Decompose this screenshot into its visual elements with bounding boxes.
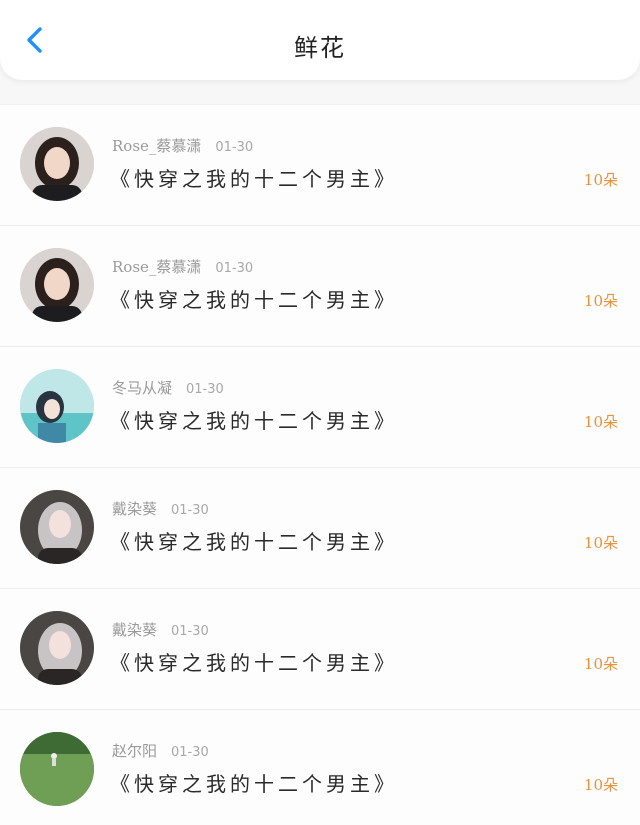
send-date: 01-30 [215, 140, 254, 155]
sender-meta: 戴染葵 01-30 [112, 498, 209, 519]
sender-name: 冬马从凝 [112, 379, 173, 397]
list-item[interactable]: 冬马从凝 01-30 《快穿之我的十二个男主》 10朵 [0, 346, 640, 467]
book-title[interactable]: 《快穿之我的十二个男主》 [110, 405, 398, 434]
book-title[interactable]: 《快穿之我的十二个男主》 [110, 526, 398, 555]
flower-count: 10朵 [583, 776, 618, 794]
flower-count: 10朵 [583, 292, 618, 310]
book-title[interactable]: 《快穿之我的十二个男主》 [110, 163, 398, 192]
send-date: 01-30 [171, 503, 209, 518]
avatar[interactable] [20, 490, 94, 564]
page-title: 鲜花 [294, 34, 346, 62]
book-title[interactable]: 《快穿之我的十二个男主》 [110, 647, 398, 676]
flower-count: 10朵 [583, 413, 618, 431]
sender-meta: 冬马从凝 01-30 [112, 377, 224, 398]
top-bar: 鲜花 [0, 0, 640, 80]
send-date: 01-30 [171, 745, 209, 760]
list-item[interactable]: 戴染葵 01-30 《快穿之我的十二个男主》 10朵 [0, 467, 640, 588]
avatar[interactable] [20, 732, 94, 806]
sender-meta: 赵尔阳 01-30 [112, 740, 209, 761]
avatar[interactable] [20, 369, 94, 443]
avatar[interactable] [20, 611, 94, 685]
list-item[interactable]: 赵尔阳 01-30 《快穿之我的十二个男主》 10朵 [0, 709, 640, 825]
flower-count: 10朵 [583, 655, 618, 673]
flower-count: 10朵 [583, 171, 618, 189]
sender-name: Rose_蔡慕潇 [112, 258, 202, 276]
sender-meta: 戴染葵 01-30 [112, 619, 209, 640]
sender-meta: Rose_蔡慕潇 01-30 [112, 135, 253, 156]
list-item[interactable]: Rose_蔡慕潇 01-30 《快穿之我的十二个男主》 10朵 [0, 225, 640, 346]
avatar[interactable] [20, 127, 94, 201]
list-item[interactable]: Rose_蔡慕潇 01-30 《快穿之我的十二个男主》 10朵 [0, 104, 640, 225]
sender-name: Rose_蔡慕潇 [112, 137, 202, 155]
sender-name: 赵尔阳 [112, 742, 158, 760]
list-item[interactable]: 戴染葵 01-30 《快穿之我的十二个男主》 10朵 [0, 588, 640, 709]
send-date: 01-30 [186, 382, 224, 397]
sender-meta: Rose_蔡慕潇 01-30 [112, 256, 253, 277]
send-date: 01-30 [171, 624, 209, 639]
book-title[interactable]: 《快穿之我的十二个男主》 [110, 768, 398, 797]
avatar[interactable] [20, 248, 94, 322]
book-title[interactable]: 《快穿之我的十二个男主》 [110, 284, 398, 313]
flower-count: 10朵 [583, 534, 618, 552]
send-date: 01-30 [215, 261, 254, 276]
sender-name: 戴染葵 [112, 621, 158, 639]
flowers-page: 鲜花 Rose_蔡慕潇 01-30 《快穿之我的十二个男主》 10朵 Rose_… [0, 0, 640, 825]
flower-record-list: Rose_蔡慕潇 01-30 《快穿之我的十二个男主》 10朵 Rose_蔡慕潇 0… [0, 104, 640, 825]
sender-name: 戴染葵 [112, 500, 158, 518]
